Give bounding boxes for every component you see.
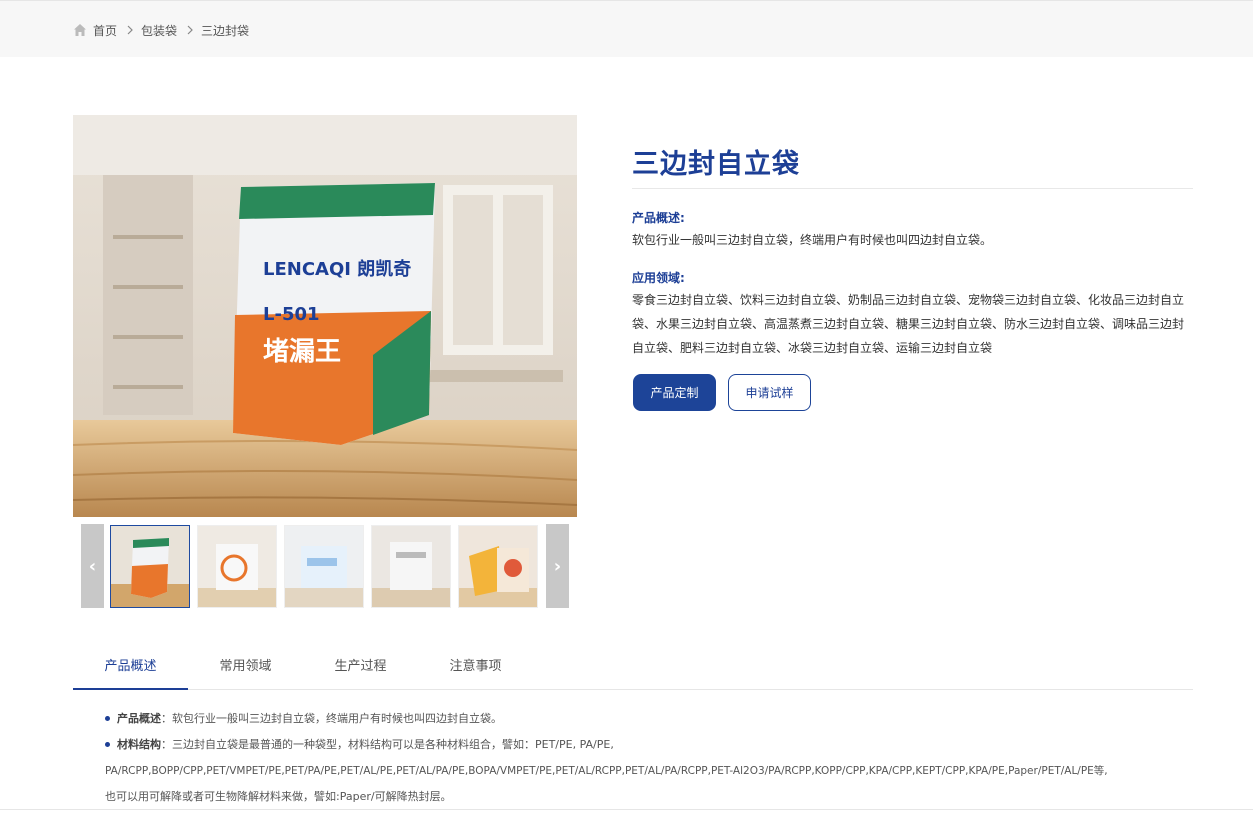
detail-item-text: ：三边封自立袋是最普通的一种袋型，材料结构可以是各种材料组合，譬如：PET/PE… — [161, 738, 614, 751]
svg-text:堵漏王: 堵漏王 — [263, 337, 341, 367]
svg-text:LENCAQI 朗凯奇: LENCAQI 朗凯奇 — [263, 258, 411, 280]
breadcrumb-current: 三边封袋 — [201, 23, 250, 38]
carousel-prev-button[interactable]: ‹ — [81, 524, 104, 608]
bullet-icon — [105, 742, 110, 747]
detail-item-label: 产品概述 — [117, 712, 161, 725]
breadcrumb-home[interactable]: 首页 — [93, 22, 117, 39]
carousel-next-button[interactable]: › — [546, 524, 569, 608]
chevron-right-icon — [187, 25, 193, 35]
customize-button[interactable]: 产品定制 — [633, 374, 716, 411]
tab-notes[interactable]: 注意事项 — [418, 640, 533, 689]
tab-overview[interactable]: 产品概述 — [73, 640, 188, 690]
svg-text:L-501: L-501 — [263, 304, 320, 325]
overview-text: 软包行业一般叫三边封自立袋，终端用户有时候也叫四边封自立袋。 — [632, 233, 993, 247]
detail-item-label: 材料结构 — [117, 738, 161, 751]
breadcrumb: 首页 包装袋 三边封袋 — [73, 21, 249, 39]
detail-material-note: 也可以用可解降或者可生物降解材料来做，譬如:Paper/可解降热封层。 — [105, 790, 452, 803]
thumbnail-2[interactable] — [197, 525, 277, 608]
detail-item-material: 材料结构：三边封自立袋是最普通的一种袋型，材料结构可以是各种材料组合，譬如：PE… — [105, 732, 614, 758]
thumbnail-4[interactable] — [371, 525, 451, 608]
product-main-image: LENCAQI 朗凯奇 L-501 堵漏王 — [73, 115, 577, 517]
chevron-right-icon — [127, 25, 133, 35]
tab-production-process[interactable]: 生产过程 — [303, 640, 418, 689]
bullet-icon — [105, 716, 110, 721]
breadcrumb-category[interactable]: 包装袋 — [141, 22, 177, 39]
product-title: 三边封自立袋 — [632, 149, 800, 180]
title-divider — [632, 188, 1193, 189]
detail-material-list: PA/RCPP,BOPP/CPP,PET/VMPET/PE,PET/PA/PE,… — [105, 765, 1108, 777]
thumbnail-3[interactable] — [284, 525, 364, 608]
application-text: 零食三边封自立袋、饮料三边封自立袋、奶制品三边封自立袋、宠物袋三边封自立袋、化妆… — [632, 293, 1185, 355]
bottom-divider — [0, 809, 1253, 810]
tab-applications[interactable]: 常用领域 — [188, 640, 303, 689]
thumbnail-1[interactable] — [110, 525, 190, 608]
breadcrumb-bar: 首页 包装袋 三边封袋 — [0, 0, 1253, 57]
application-label: 应用领域: — [632, 271, 685, 285]
detail-item-text: ：软包行业一般叫三边封自立袋，终端用户有时候也叫四边封自立袋。 — [161, 712, 502, 725]
overview-label: 产品概述: — [632, 211, 685, 225]
detail-item-overview: 产品概述：软包行业一般叫三边封自立袋，终端用户有时候也叫四边封自立袋。 — [105, 706, 502, 732]
request-sample-button[interactable]: 申请试样 — [728, 374, 811, 411]
home-icon[interactable] — [73, 23, 87, 37]
thumbnail-carousel: ‹ › — [81, 524, 569, 608]
thumbnail-5[interactable] — [458, 525, 538, 608]
detail-tabs: 产品概述 常用领域 生产过程 注意事项 — [73, 640, 1193, 690]
